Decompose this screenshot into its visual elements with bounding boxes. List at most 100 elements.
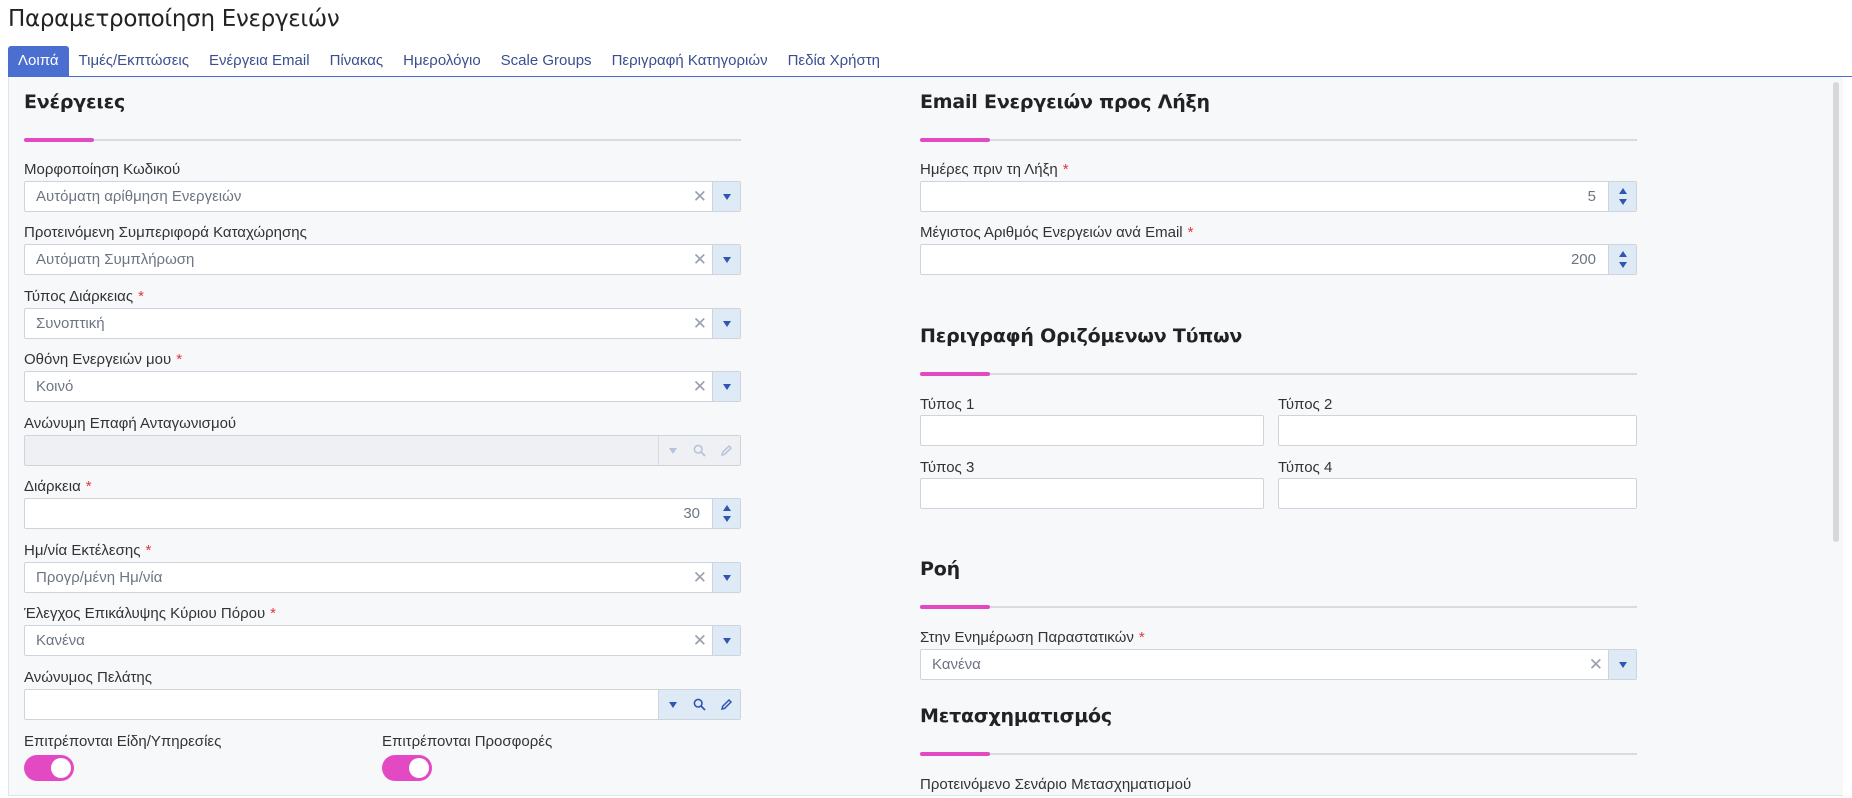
tab-scale-groups[interactable]: Scale Groups [491,46,602,76]
tab-misc[interactable]: Λοιπά [8,46,69,76]
max-per-email-label-text: Μέγιστος Αριθμός Ενεργειών ανά Email [920,224,1183,241]
chevron-down-icon [658,436,686,465]
clear-icon[interactable]: ✕ [693,372,707,401]
search-icon [686,436,713,465]
resource-overlap-value: Κανένα [36,632,85,649]
required-mark: * [138,288,144,305]
tab-calendar[interactable]: Ημερολόγιο [393,46,491,76]
on-update-value: Κανένα [932,656,981,673]
tab-category-description[interactable]: Περιγραφή Κατηγοριών [602,46,778,76]
transform-scenario-label: Προτεινόμενο Σενάριο Μετασχηματισμού [920,776,1192,793]
chevron-down-icon[interactable] [1608,650,1636,679]
entry-behavior-label: Προτεινόμενη Συμπεριφορά Καταχώρησης [24,224,307,241]
section-accent [920,138,990,142]
type2-input[interactable] [1278,415,1637,446]
days-before-stepper[interactable]: 5 [920,181,1637,212]
section-title-types: Περιγραφή Οριζόμενων Τύπων [920,325,1243,347]
chevron-down-icon[interactable] [712,626,740,655]
tab-prices-discounts[interactable]: Τιμές/Εκπτώσεις [69,46,199,76]
required-mark: * [1062,161,1069,178]
chevron-down-icon[interactable] [712,563,740,592]
section-title-transform: Μετασχηματισμός [920,705,1112,727]
arrow-up-icon[interactable] [722,505,731,511]
duration-label-text: Διάρκεια [24,478,81,495]
stepper-buttons[interactable] [1608,182,1636,211]
resource-overlap-label-text: Έλεγχος Επικάλυψης Κύριου Πόρου [24,605,266,622]
pencil-icon[interactable] [713,690,740,719]
code-format-select[interactable]: Αυτόματη αρίθμηση Ενεργειών ✕ [24,181,741,212]
duration-type-label-text: Τύπος Διάρκειας [24,288,134,305]
max-per-email-label: Μέγιστος Αριθμός Ενεργειών ανά Email * [920,224,1193,241]
required-mark: * [85,478,92,495]
entry-behavior-select[interactable]: Αυτόματη Συμπλήρωση ✕ [24,244,741,275]
type2-label: Τύπος 2 [1278,396,1333,413]
allow-items-label: Επιτρέπονται Είδη/Υπηρεσίες [24,733,222,750]
chevron-down-icon[interactable] [712,372,740,401]
stepper-buttons[interactable] [712,499,740,528]
section-title-email: Email Ενεργειών προς Λήξη [920,91,1210,113]
duration-label: Διάρκεια * [24,478,92,495]
clear-icon[interactable]: ✕ [693,309,707,338]
vertical-scrollbar[interactable] [1833,82,1839,542]
allow-offers-label: Επιτρέπονται Προσφορές [382,733,553,750]
chevron-down-icon[interactable] [712,245,740,274]
clear-icon[interactable]: ✕ [1589,650,1603,679]
toggle-knob [409,758,429,778]
section-divider [920,605,1637,609]
clear-icon[interactable]: ✕ [693,182,707,211]
anon-customer-label: Ανώνυμος Πελάτης [24,669,152,686]
on-update-select[interactable]: Κανένα ✕ [920,649,1637,680]
chevron-down-icon[interactable] [712,309,740,338]
type1-input[interactable] [920,415,1264,446]
tab-table[interactable]: Πίνακας [320,46,394,76]
exec-date-select[interactable]: Προγρ/μένη Ημ/νία ✕ [24,562,741,593]
my-actions-screen-select[interactable]: Κοινό ✕ [24,371,741,402]
resource-overlap-select[interactable]: Κανένα ✕ [24,625,741,656]
exec-date-value: Προγρ/μένη Ημ/νία [36,569,163,586]
duration-value: 30 [683,505,700,522]
clear-icon[interactable]: ✕ [693,245,707,274]
section-accent [24,138,94,142]
arrow-down-icon[interactable] [1618,262,1627,268]
duration-type-label: Τύπος Διάρκειας * [24,288,144,305]
required-mark: * [1138,629,1145,646]
search-icon[interactable] [686,690,713,719]
clear-icon[interactable]: ✕ [693,563,707,592]
entry-behavior-value: Αυτόματη Συμπλήρωση [36,251,195,268]
allow-offers-toggle[interactable] [382,755,432,781]
tab-user-fields[interactable]: Πεδία Χρήστη [778,46,890,76]
duration-stepper[interactable]: 30 [24,498,741,529]
chevron-down-icon[interactable] [712,182,740,211]
tab-email-action[interactable]: Ενέργεια Email [199,46,320,76]
max-per-email-stepper[interactable]: 200 [920,244,1637,275]
chevron-down-icon[interactable] [658,690,686,719]
anon-customer-lookup[interactable] [24,689,741,720]
anon-competitor-lookup[interactable] [24,435,741,466]
duration-type-value: Συνοπτική [36,315,105,332]
section-accent [920,372,990,376]
section-divider [920,752,1637,756]
days-before-value: 5 [1587,188,1596,205]
type3-input[interactable] [920,478,1264,509]
type4-input[interactable] [1278,478,1637,509]
section-accent [920,605,990,609]
exec-date-label-text: Ημ/νία Εκτέλεσης [24,542,141,559]
allow-items-toggle[interactable] [24,755,74,781]
content-panel: Ενέργειες Μορφοποίηση Κωδικού Αυτόματη α… [8,77,1843,796]
duration-type-select[interactable]: Συνοπτική ✕ [24,308,741,339]
arrow-up-icon[interactable] [1618,188,1627,194]
section-title-actions: Ενέργειες [24,91,126,113]
section-divider [920,138,1637,142]
anon-competitor-label: Ανώνυμη Επαφή Ανταγωνισμού [24,415,237,432]
arrow-down-icon[interactable] [722,516,731,522]
section-divider [24,138,741,142]
stepper-buttons[interactable] [1608,245,1636,274]
clear-icon[interactable]: ✕ [693,626,707,655]
max-per-email-value: 200 [1570,251,1596,268]
arrow-down-icon[interactable] [1618,199,1627,205]
type1-label: Τύπος 1 [920,396,975,413]
arrow-up-icon[interactable] [1618,251,1627,257]
my-actions-screen-value: Κοινό [36,378,74,395]
on-update-label: Στην Ενημέρωση Παραστατικών * [920,629,1145,646]
type3-label: Τύπος 3 [920,459,975,476]
